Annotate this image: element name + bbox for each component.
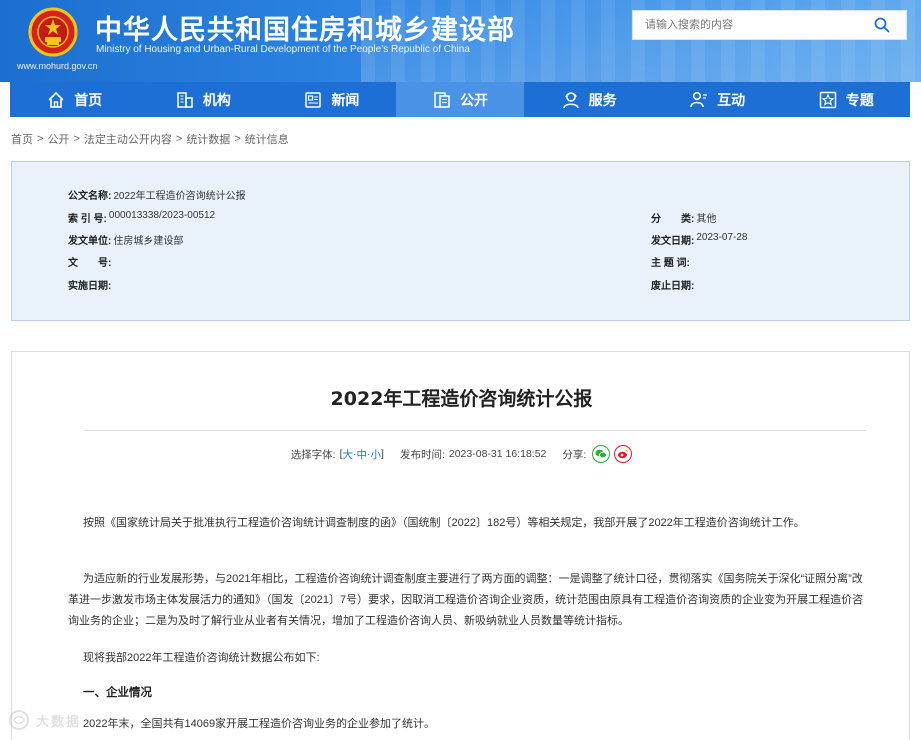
wechat-share-icon[interactable]	[592, 445, 611, 463]
meta-subject: 主 题 词:	[651, 254, 692, 269]
site-url: www.mohurd.gov.cn	[17, 61, 98, 71]
article-paragraph: 为适应新的行业发展形势，与2021年相比，工程造价咨询统计调查制度主要进行了两方…	[68, 573, 864, 627]
article-paragraph: 现将我部2022年工程造价咨询统计数据公布如下:	[83, 652, 320, 664]
breadcrumb-separator: >	[37, 133, 44, 145]
publish-time-label: 发布时间:	[399, 448, 445, 461]
nav-item-organization[interactable]: 机构	[139, 82, 268, 117]
breadcrumb-public[interactable]: 公开	[47, 131, 69, 147]
title-divider	[84, 430, 866, 431]
breadcrumb-separator: >	[234, 133, 241, 145]
breadcrumb: 首页 > 公开 > 法定主动公开内容 > 统计数据 > 统计信息	[11, 131, 289, 147]
nav-label: 新闻	[331, 92, 360, 109]
meta-issue-date: 发文日期: 2023-07-28	[651, 232, 748, 247]
main-nav: 首页 机构 新闻 公开 服务 互动 专题	[10, 82, 910, 117]
meta-label: 废止日期:	[651, 281, 695, 292]
share-label: 分享:	[562, 448, 587, 461]
meta-value: 2022年工程造价咨询统计公报	[113, 191, 246, 202]
article-paragraph: 2022年末，全国共有14069家开展工程造价咨询业务的企业参加了统计。	[83, 718, 436, 730]
article-info-bar: 选择字体: [ 大 · 中 · 小 ] 发布时间: 2023-08-31 16:…	[12, 445, 911, 463]
nav-label: 首页	[74, 92, 103, 109]
breadcrumb-separator: >	[73, 133, 80, 145]
watermark-text: 大数据	[36, 713, 82, 729]
home-icon	[48, 91, 64, 108]
font-size-medium-link[interactable]: 中	[357, 447, 368, 462]
user-service-icon	[562, 91, 579, 108]
search-button[interactable]	[858, 11, 906, 39]
building-icon	[177, 91, 193, 108]
font-size-small-link[interactable]: 小	[371, 447, 382, 462]
search-input[interactable]	[633, 11, 858, 39]
site-title[interactable]: 中华人民共和国住房和城乡建设部	[95, 8, 515, 47]
article-title: 2022年工程造价咨询统计公报	[330, 388, 593, 410]
watermark-logo-icon	[9, 710, 29, 730]
national-emblem-icon	[28, 7, 78, 57]
meta-doc-number: 文 号:	[68, 254, 113, 269]
nav-item-news[interactable]: 新闻	[267, 82, 396, 117]
meta-index: 索 引 号: 000013338/2023-00512	[68, 210, 215, 225]
nav-item-interaction[interactable]: 互动	[653, 82, 782, 117]
font-size-large-link[interactable]: 大	[343, 447, 354, 462]
meta-value: 其他	[696, 214, 717, 225]
font-size-label: 选择字体:	[290, 448, 336, 461]
meta-label: 索 引 号:	[68, 214, 107, 225]
meta-value: 2023-07-28	[696, 232, 748, 243]
meta-label: 分 类:	[651, 214, 695, 225]
section-heading: 一、企业情况	[83, 687, 152, 699]
meta-effective-date: 实施日期:	[68, 277, 113, 292]
article-container: 2022年工程造价咨询统计公报 选择字体: [ 大 · 中 · 小 ] 发布时间…	[11, 351, 910, 740]
watermark: 大数据	[8, 709, 81, 731]
nav-label: 机构	[202, 92, 231, 109]
nav-item-public[interactable]: 公开	[395, 82, 525, 117]
nav-item-home[interactable]: 首页	[10, 82, 139, 117]
site-subtitle: Ministry of Housing and Urban-Rural Deve…	[96, 44, 470, 55]
search-icon	[874, 17, 890, 33]
nav-item-topics[interactable]: 专题	[781, 82, 910, 117]
nav-label: 服务	[588, 92, 617, 109]
meta-label: 发文日期:	[651, 236, 695, 247]
meta-value: 住房城乡建设部	[113, 236, 184, 247]
meta-value: 000013338/2023-00512	[108, 210, 216, 221]
nav-label: 专题	[845, 92, 874, 109]
weibo-share-icon[interactable]	[614, 445, 633, 463]
interaction-icon	[690, 91, 708, 107]
meta-label: 文 号:	[68, 258, 112, 269]
meta-category: 分 类: 其他	[651, 210, 716, 225]
nav-label: 公开	[460, 92, 489, 109]
meta-label: 主 题 词:	[651, 258, 690, 269]
star-icon	[819, 91, 836, 108]
meta-expiry-date: 废止日期:	[651, 277, 696, 292]
meta-label: 实施日期:	[68, 281, 112, 292]
search-box	[632, 10, 907, 40]
nav-item-service[interactable]: 服务	[524, 82, 653, 117]
publish-time: 2023-08-31 16:18:52	[448, 448, 547, 460]
site-header: www.mohurd.gov.cn 中华人民共和国住房和城乡建设部 Minist…	[0, 0, 921, 82]
news-icon	[305, 91, 322, 108]
meta-doc-name: 公文名称: 2022年工程造价咨询统计公报	[68, 187, 246, 202]
meta-issuer: 发文单位: 住房城乡建设部	[68, 232, 183, 247]
article-paragraph: 按照《国家统计局关于批准执行工程造价咨询统计调查制度的函》（国统制〔2022〕1…	[83, 517, 805, 529]
document-icon	[434, 91, 450, 108]
breadcrumb-statutory-content[interactable]: 法定主动公开内容	[84, 131, 172, 147]
breadcrumb-home[interactable]: 首页	[11, 131, 33, 147]
nav-label: 互动	[717, 92, 746, 109]
document-metadata-box: 公文名称: 2022年工程造价咨询统计公报 索 引 号: 000013338/2…	[11, 161, 910, 321]
breadcrumb-statistics-data[interactable]: 统计数据	[186, 131, 230, 147]
breadcrumb-separator: >	[175, 133, 183, 145]
meta-label: 发文单位:	[68, 236, 112, 247]
meta-label: 公文名称:	[68, 191, 112, 202]
breadcrumb-statistics-info[interactable]: 统计信息	[245, 131, 289, 147]
font-size-bracket: ]	[381, 448, 384, 460]
